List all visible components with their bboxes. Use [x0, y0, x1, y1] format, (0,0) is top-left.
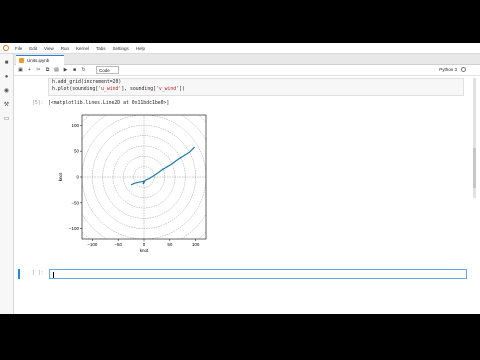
kernel-name: Python 3 — [439, 67, 457, 72]
menu-settings[interactable]: Settings — [113, 46, 129, 51]
copy-icon[interactable]: ⧉ — [43, 66, 52, 75]
menu-edit[interactable]: Edit — [29, 46, 37, 51]
tabs-icon[interactable]: ▭ — [3, 115, 10, 122]
tab-notebook[interactable]: Units.ipynb — [16, 55, 64, 65]
code-string: 'u_wind' — [98, 87, 122, 92]
stop-icon[interactable]: ■ — [70, 66, 79, 75]
x-tick-label: 50 — [167, 242, 173, 247]
run-icon[interactable]: ▶ — [61, 66, 70, 75]
jupyterlab-window: File Edit View Run Kernel Tabs Settings … — [0, 43, 480, 314]
left-sidebar: ■ ● ◉ ⚒ ▭ — [0, 54, 14, 314]
x-tick-label: 100 — [192, 242, 200, 247]
cell-type-label: Code — [99, 67, 110, 73]
code-line-2: h.plot(sounding['u_wind'], sounding['v_w… — [52, 86, 463, 93]
notebook-panel: Units.ipynb ▣ + ✂ ⧉ ▤ ▶ ■ ↻ Code Python … — [14, 54, 480, 314]
code-cell-input-empty[interactable] — [49, 269, 467, 279]
empty-code-cell: [ ]: — [18, 269, 468, 279]
text-cursor — [53, 272, 54, 278]
menu-file[interactable]: File — [15, 46, 22, 51]
x-tick-label: −50 — [114, 242, 122, 247]
output-text: [<matplotlib.lines.Line2D at 0x11bdc1be0… — [48, 101, 170, 106]
menu-kernel[interactable]: Kernel — [76, 46, 89, 51]
paste-icon[interactable]: ▤ — [52, 66, 61, 75]
menu-help[interactable]: Help — [136, 46, 145, 51]
menu-view[interactable]: View — [44, 46, 54, 51]
output-prompt: [5]: — [32, 101, 44, 106]
jupyter-logo-icon — [3, 45, 9, 51]
scrollbar[interactable] — [473, 78, 476, 198]
code-text: h.plot(sounding[ — [52, 87, 99, 92]
cell-type-select[interactable]: Code — [96, 66, 119, 74]
x-axis-label: knot — [140, 248, 149, 253]
wind-hodograph-plot: −100 −50 0 50 100 −100 −50 0 50 100 knot knot — [58, 114, 207, 253]
running-icon[interactable]: ● — [3, 73, 10, 80]
cut-icon[interactable]: ✂ — [34, 66, 43, 75]
tab-bar: Units.ipynb — [14, 54, 480, 65]
plot-area — [82, 115, 206, 239]
restart-icon[interactable]: ↻ — [79, 66, 88, 75]
kernel-status-icon — [461, 67, 466, 72]
grid-ring — [82, 115, 206, 239]
code-line-1: h.add_grid(increment=20) — [52, 80, 122, 85]
x-tick-label: −100 — [87, 242, 98, 247]
code-text: ], sounding[ — [121, 87, 156, 92]
add-cell-icon[interactable]: + — [25, 66, 34, 75]
tab-title: Units.ipynb — [27, 58, 50, 63]
y-tick-label: 0 — [76, 175, 79, 180]
x-tick-label: 0 — [143, 242, 146, 247]
commands-icon[interactable]: ◉ — [3, 87, 10, 94]
input-prompt: [ ]: — [32, 271, 44, 276]
menu-tabs[interactable]: Tabs — [96, 46, 106, 51]
wrench-icon[interactable]: ⚒ — [3, 101, 10, 108]
active-cell-indicator — [18, 269, 20, 279]
scrollbar-thumb[interactable] — [473, 148, 476, 188]
code-cell-input[interactable]: h.add_grid(increment=20) h.plot(sounding… — [48, 78, 464, 96]
y-axis-label: knot — [58, 172, 63, 181]
menu-run[interactable]: Run — [61, 46, 69, 51]
y-tick-label: 50 — [74, 149, 80, 154]
save-icon[interactable]: ▣ — [16, 66, 25, 75]
notebook-toolbar: ▣ + ✂ ⧉ ▤ ▶ ■ ↻ Code Python 3 — [14, 65, 480, 76]
y-tick-label: −100 — [69, 226, 80, 231]
y-tick-label: 100 — [71, 123, 79, 128]
notebook-icon — [19, 58, 24, 63]
folder-icon[interactable]: ■ — [3, 59, 10, 66]
menu-bar: File Edit View Run Kernel Tabs Settings … — [0, 43, 480, 54]
code-text: ]) — [179, 87, 185, 92]
code-string: 'v_wind' — [155, 87, 180, 92]
y-tick-label: −50 — [71, 200, 79, 205]
kernel-indicator[interactable]: Python 3 — [439, 67, 466, 72]
